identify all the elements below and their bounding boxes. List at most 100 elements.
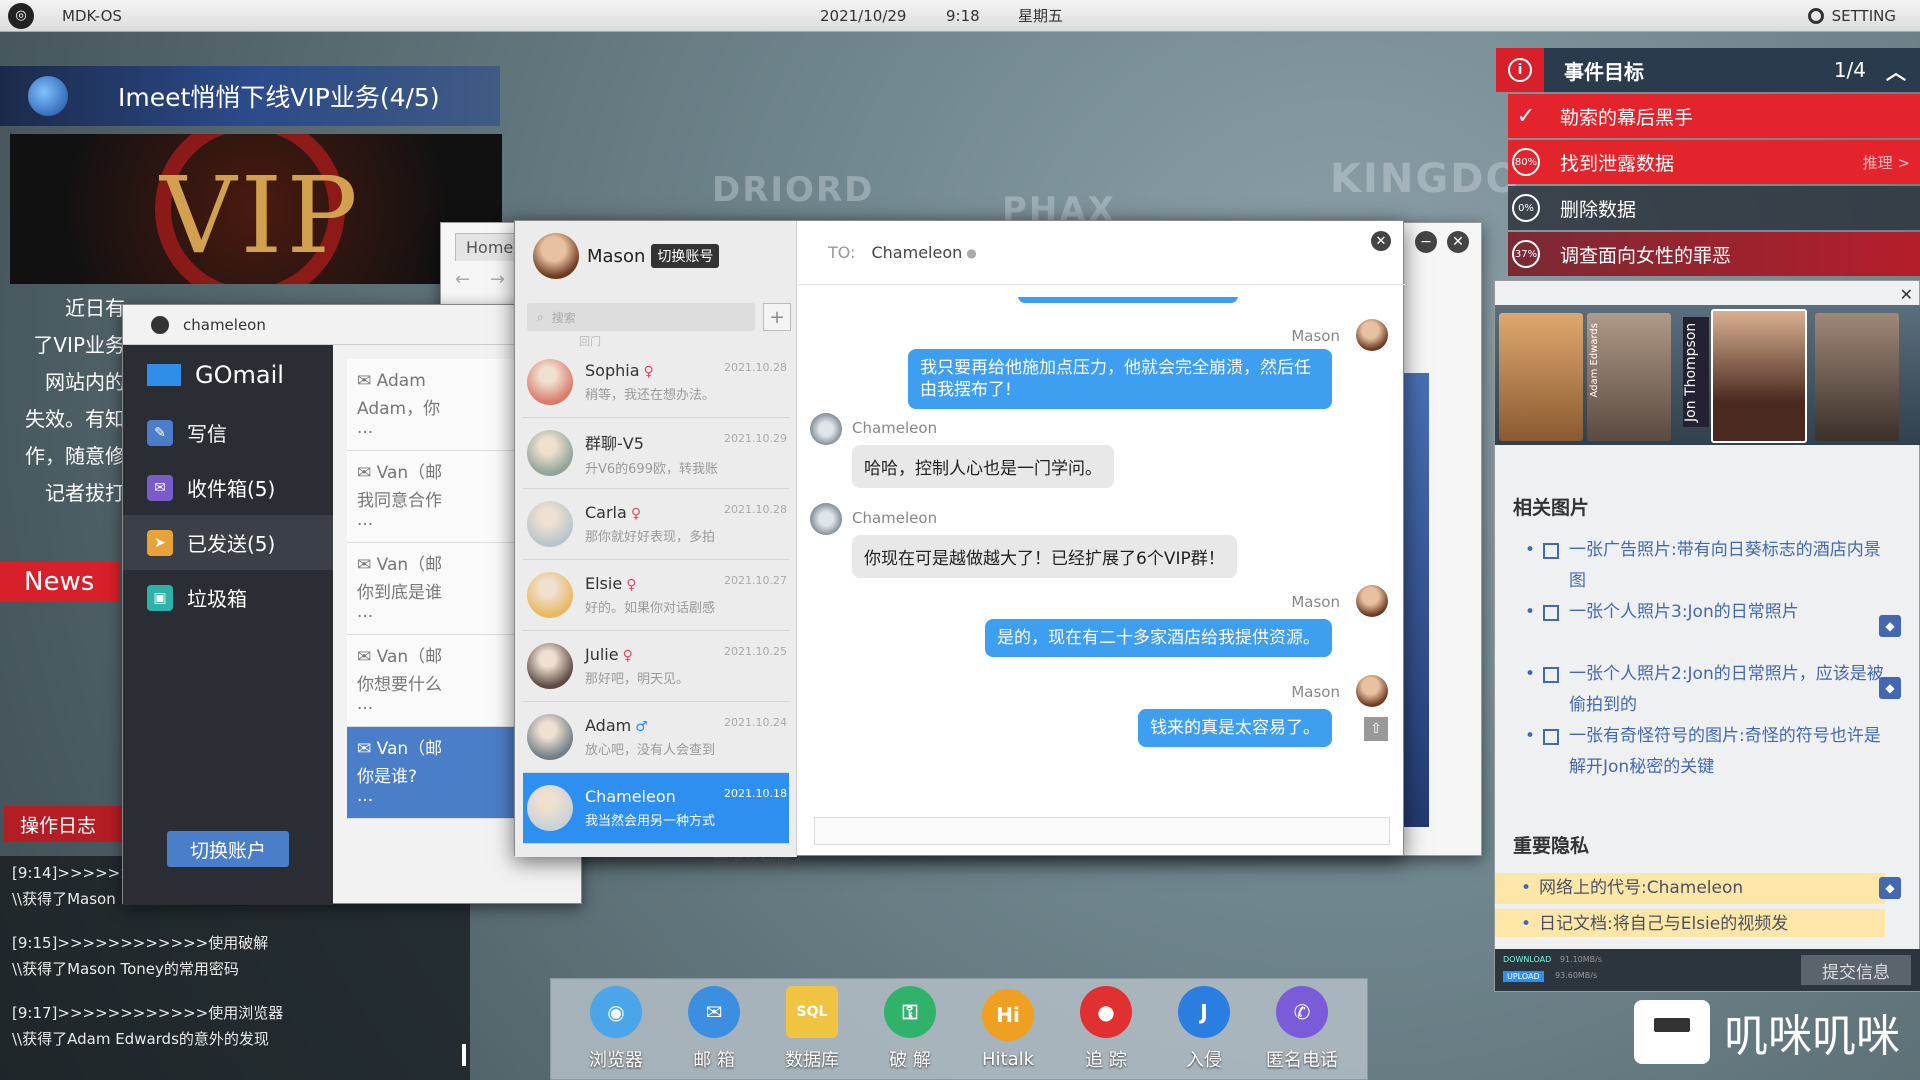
evidence-item[interactable]: • 一张有奇怪符号的图片:奇怪的符号也许是解开Jon秘密的关键 — [1525, 721, 1885, 783]
dock-label: 数据库 — [785, 1050, 839, 1071]
privacy-item[interactable]: • 网络上的代号:Chameleon — [1495, 873, 1885, 904]
map-label: KINGDO — [1330, 156, 1522, 202]
switch-account-button[interactable]: 切换账户 — [167, 831, 289, 867]
dock-app-location-pin[interactable]: ● 追 踪 — [1062, 986, 1150, 1072]
os-logo-icon[interactable]: ◎ — [8, 2, 34, 29]
back-arrow-icon[interactable]: ← — [455, 269, 470, 290]
evidence-item[interactable]: • 一张个人照片3:Jon的日常照片 — [1525, 597, 1885, 628]
goal-item[interactable]: ✓ 勒索的幕后黑手 — [1508, 94, 1920, 138]
goal-text: 找到泄露数据 — [1560, 152, 1675, 175]
mail-sent[interactable]: ➤ 已发送(5) — [123, 515, 333, 570]
mail-compose[interactable]: ✎ 写信 — [123, 405, 333, 460]
setting-label: SETTING — [1831, 6, 1896, 25]
evidence-item[interactable]: • 一张广告照片:带有向日葵标志的酒店内景图 — [1525, 535, 1885, 597]
close-button[interactable]: ✕ — [1371, 231, 1391, 251]
pin-icon[interactable]: ◆ — [1879, 677, 1901, 699]
close-icon[interactable]: ✕ — [1900, 285, 1913, 304]
pin-icon[interactable]: ◆ — [1879, 615, 1901, 637]
gender-icon: ♀ — [626, 577, 637, 593]
chevron-up-icon[interactable]: ︿ — [1886, 56, 1906, 85]
contact-stub: 回门 — [579, 335, 601, 347]
portrait[interactable]: Adam Edwards — [1587, 313, 1671, 441]
portrait-selected[interactable] — [1711, 309, 1807, 443]
hitalk-chat-window: Mason 切换账号 ⌕ 搜索 + 回门 Sophia ♀ 稍等，我还在想办法。 20… — [514, 220, 1405, 857]
dock-app-mail[interactable]: ✉ 邮 箱 — [670, 986, 758, 1072]
dock-label: 入侵 — [1186, 1050, 1222, 1071]
current-user: Mason 切换账号 — [515, 221, 796, 291]
portrait[interactable] — [1815, 313, 1899, 441]
goal-text: 删除数据 — [1560, 198, 1637, 221]
contact-item[interactable]: Sophia ♀ 稍等，我还在想办法。 2021.10.28 — [523, 347, 789, 418]
user-icon — [151, 315, 169, 334]
os-name: MDK-OS — [62, 6, 122, 25]
dock-app-hook[interactable]: J 入侵 — [1160, 986, 1248, 1072]
contact-preview: 放心吧，没有人会查到 — [585, 743, 716, 758]
contact-item[interactable]: 群聊-V5 升V6的699欧，转我账 2021.10.29 — [523, 418, 789, 489]
envelope-icon — [147, 364, 181, 386]
search-input[interactable]: ⌕ 搜索 — [527, 303, 755, 331]
goal-item[interactable]: 0% 删除数据 — [1508, 186, 1920, 230]
vip-text: VIP — [160, 154, 362, 277]
contact-item[interactable]: Adam ♂ 放心吧，没有人会查到 2021.10.24 — [523, 702, 789, 773]
close-button[interactable]: ✕ — [1447, 231, 1469, 253]
contact-item[interactable]: Carla ♀ 那你就好好表现，多拍 2021.10.28 — [523, 489, 789, 560]
app-dock: ◉ 浏览器 ✉ 邮 箱 SQL 数据库 ⚿ 破 解 Hi Hitalk ● 追 踪 J 入侵 ✆ 匿名电话 — [550, 978, 1368, 1080]
log-scrollbar[interactable] — [462, 1044, 466, 1066]
dock-app-key[interactable]: ⚿ 破 解 — [866, 986, 954, 1072]
forward-arrow-icon[interactable]: → — [490, 269, 505, 290]
message-area[interactable]: Mason 我只要再给他施加点压力，他就会完全崩溃，然后任由我摆布了! Cham… — [798, 297, 1398, 805]
contact-item[interactable]: Chameleon ♂ 我当然会用另一种方式 2021.10.18 — [523, 773, 789, 844]
pin-icon[interactable]: ◆ — [1879, 877, 1901, 899]
add-contact-button[interactable]: + — [763, 303, 791, 331]
gender-icon: ♀ — [622, 648, 633, 664]
envelope-icon: ✉ — [357, 647, 377, 667]
goal-item[interactable]: 80% 找到泄露数据 推理 > — [1508, 140, 1920, 184]
search-placeholder: 搜索 — [551, 310, 576, 325]
submit-info-button[interactable]: 提交信息 — [1801, 955, 1911, 985]
image-icon — [1543, 543, 1559, 559]
log-entry: [9:17]>>>>>>>>>>>>使用浏览器 \\获得了Adam Edward… — [12, 1000, 458, 1052]
watermark-text: 叽咪叽咪 — [1724, 1011, 1900, 1062]
contact-item[interactable]: Elsie ♀ 好的。如果你对话剧感 2021.10.27 — [523, 560, 789, 631]
sent-icon: ➤ — [147, 529, 173, 556]
dock-app-phone[interactable]: ✆ 匿名电话 — [1258, 986, 1346, 1072]
envelope-icon: ✉ — [357, 463, 377, 483]
goal-item[interactable]: 37% 调查面向女性的罪恶 — [1508, 232, 1920, 276]
contact-date: 2021.10.18 — [724, 787, 787, 800]
dock-app-hitalk[interactable]: Hi Hitalk — [964, 988, 1052, 1070]
dock-app-database[interactable]: SQL 数据库 — [768, 986, 856, 1072]
browser-nav: ← → — [455, 269, 505, 290]
log-text: \\获得了Mason Toney的常用密码 — [12, 960, 239, 978]
character-portraits[interactable]: Adam Edwards Jon Thompson — [1495, 305, 1920, 445]
message-bubble: 哈哈，控制人心也是一门学问。 — [852, 445, 1114, 488]
reasoning-link[interactable]: 推理 > — [1863, 152, 1910, 173]
message-bubble: 是的，现在有二十多家酒店给我提供资源。 — [985, 619, 1332, 657]
goals-header[interactable]: i 事件目标 1/4 ︿ — [1496, 48, 1920, 92]
avatar — [527, 501, 573, 547]
globe-icon — [28, 76, 68, 116]
contact-date: 2021.10.25 — [724, 645, 787, 658]
setting-button[interactable]: SETTING — [1807, 6, 1896, 25]
evidence-item[interactable]: • 一张个人照片2:Jon的日常照片，应该是被偷拍到的 — [1525, 659, 1885, 721]
mail-sidebar: GOmail ✎ 写信 ✉ 收件箱(5) ➤ 已发送(5) ▣ 垃圾箱 切换账户 — [123, 345, 333, 905]
privacy-item[interactable]: • 日记文档:将自己与Elsie的视频发 — [1495, 909, 1885, 937]
portrait[interactable] — [1499, 313, 1583, 441]
message-input[interactable] — [814, 817, 1390, 845]
contact-preview: 升V6的699欧，转我账 — [585, 461, 718, 477]
database-icon: SQL — [786, 986, 838, 1038]
mail-inbox[interactable]: ✉ 收件箱(5) — [123, 460, 333, 515]
phone-icon: ✆ — [1276, 986, 1328, 1038]
mail-from: Van（邮 — [376, 739, 443, 759]
scroll-top-icon[interactable]: ⇧ — [1364, 717, 1388, 741]
dock-label: 破 解 — [889, 1050, 931, 1071]
recipient-name: Chameleon — [871, 243, 963, 262]
contact-preview: 好的。如果你对话剧感 — [585, 601, 716, 616]
dock-app-globe[interactable]: ◉ 浏览器 — [572, 986, 660, 1072]
contact-item[interactable]: Julie ♀ 那好吧，明天见。 2021.10.25 — [523, 631, 789, 702]
minimize-button[interactable]: − — [1415, 231, 1437, 253]
gender-icon: ♀ — [643, 364, 654, 380]
mail-trash[interactable]: ▣ 垃圾箱 — [123, 570, 333, 625]
menu-label: 垃圾箱 — [187, 587, 247, 611]
switch-account-button[interactable]: 切换账号 — [651, 244, 720, 268]
dock-label: 邮 箱 — [693, 1050, 735, 1071]
